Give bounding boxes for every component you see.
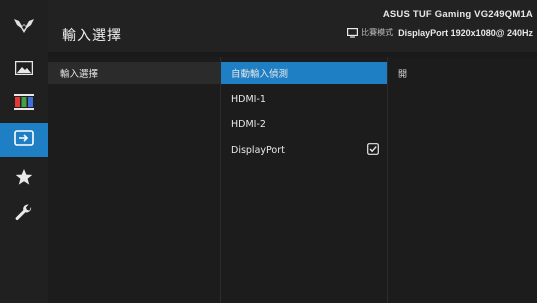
monitor-icon xyxy=(347,27,359,38)
value-label: 開 xyxy=(398,69,408,80)
main-menu-item-label: 輸入選擇 xyxy=(60,69,99,80)
sidebar-item-settings[interactable] xyxy=(0,198,48,232)
sidebar xyxy=(0,0,48,303)
image-icon xyxy=(14,60,34,79)
header: 輸入選擇 ASUS TUF Gaming VG249QM1A 比賽模式 Disp… xyxy=(48,0,537,52)
checkbox-checked-icon xyxy=(367,143,379,155)
sidebar-item-input-select[interactable] xyxy=(0,123,48,157)
sub-menu-item-hdmi-2[interactable]: HDMI-2 xyxy=(221,113,387,135)
status-info: 比賽模式 DisplayPort 1920x1080@ 240Hz xyxy=(347,27,533,38)
input-select-icon xyxy=(14,130,34,150)
sub-menu-item-label: DisplayPort xyxy=(231,144,285,156)
sidebar-item-image[interactable] xyxy=(0,52,48,86)
sub-menu-item-auto-detect[interactable]: 自動輸入偵測 xyxy=(221,62,387,84)
sub-menu-item-label: 自動輸入偵測 xyxy=(231,69,289,80)
sub-menu-item-label: HDMI-2 xyxy=(231,118,266,130)
sub-menu-item-hdmi-1[interactable]: HDMI-1 xyxy=(221,88,387,110)
main-menu-panel: 輸入選擇 xyxy=(48,57,221,303)
main-menu-item-input-select[interactable]: 輸入選擇 xyxy=(48,62,220,84)
value-item: 開 xyxy=(388,62,537,84)
tuf-logo-icon xyxy=(0,10,48,42)
sub-menu-panel: 自動輸入偵測 HDMI-1 HDMI-2 DisplayPort xyxy=(221,57,388,303)
sub-menu-item-label: HDMI-1 xyxy=(231,93,266,105)
value-panel: 開 xyxy=(388,57,537,303)
signal-info: DisplayPort 1920x1080@ 240Hz xyxy=(398,27,533,38)
sub-menu-item-displayport[interactable]: DisplayPort xyxy=(221,139,387,161)
wrench-icon xyxy=(15,204,33,226)
sidebar-item-favorites[interactable] xyxy=(0,162,48,196)
sidebar-item-color[interactable] xyxy=(0,87,48,121)
star-icon xyxy=(15,168,33,190)
page-title: 輸入選擇 xyxy=(62,28,122,44)
model-name: ASUS TUF Gaming VG249QM1A xyxy=(382,9,533,20)
osd-menu: 輸入選擇 ASUS TUF Gaming VG249QM1A 比賽模式 Disp… xyxy=(0,0,537,303)
mode-label: 比賽模式 xyxy=(361,28,394,37)
color-icon xyxy=(14,94,34,114)
